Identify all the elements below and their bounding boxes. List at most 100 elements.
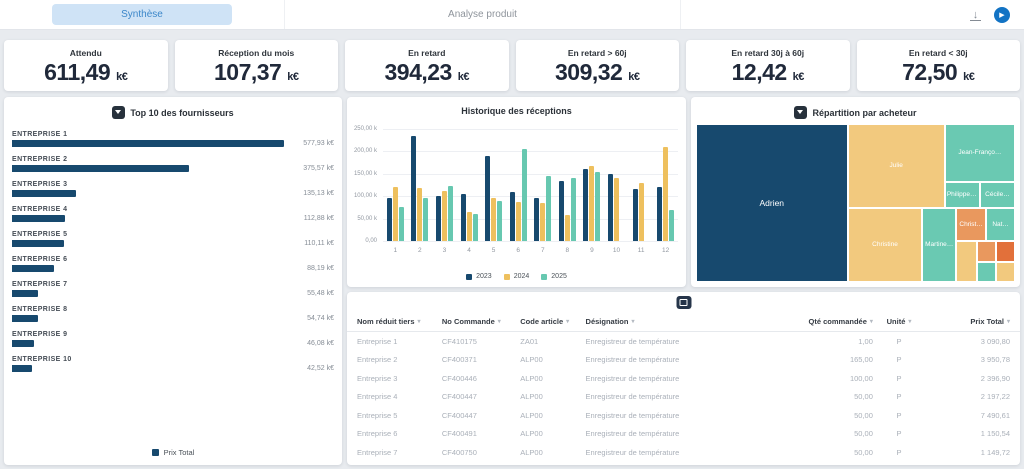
sort-icon[interactable]: ▾ <box>1007 318 1010 325</box>
hist-bar[interactable] <box>399 207 404 241</box>
treemap-node[interactable]: Christine <box>848 208 923 282</box>
treemap-node[interactable] <box>956 241 977 282</box>
hist-bar[interactable] <box>583 169 588 241</box>
hist-bar[interactable] <box>589 166 594 241</box>
supplier-bar[interactable] <box>12 165 189 172</box>
legend-swatch <box>541 274 547 280</box>
hist-bar[interactable] <box>522 149 527 241</box>
supplier-bar[interactable] <box>12 265 54 272</box>
sort-icon[interactable]: ▾ <box>498 318 501 325</box>
treemap-node[interactable]: Philippe … <box>945 182 980 208</box>
sort-icon[interactable]: ▾ <box>418 318 421 325</box>
hist-bar[interactable] <box>461 194 466 241</box>
hist-bar[interactable] <box>559 181 564 241</box>
hist-bar[interactable] <box>473 214 478 241</box>
column-header[interactable]: Nom réduit tiers▾ <box>357 317 442 326</box>
treemap-node[interactable]: Cécile… <box>980 182 1015 208</box>
hist-bar[interactable] <box>491 198 496 241</box>
sort-icon[interactable]: ▾ <box>566 318 569 325</box>
tab-analyse-produit[interactable]: Analyse produit <box>285 0 681 29</box>
table-cell: CF410175 <box>442 337 520 346</box>
supplier-bar[interactable] <box>12 315 38 322</box>
column-header[interactable]: Qté commandée▾ <box>781 317 872 326</box>
supplier-bar[interactable] <box>12 340 34 347</box>
table-cell: Enregistreur de température <box>586 448 782 457</box>
hist-bar[interactable] <box>608 174 613 241</box>
table-row[interactable]: Entreprise 5CF400447ALP00Enregistreur de… <box>357 406 1010 425</box>
treemap-title-row: Répartition par acheteur <box>691 97 1020 119</box>
download-icon[interactable]: ↓ <box>969 8 982 21</box>
treemap-node[interactable]: Nat… <box>986 208 1015 241</box>
supplier-bar[interactable] <box>12 365 32 372</box>
table-toolbar-button[interactable] <box>676 296 691 309</box>
hist-bar[interactable] <box>571 178 576 241</box>
supplier-bar[interactable] <box>12 240 64 247</box>
hist-bar[interactable] <box>657 187 662 241</box>
hist-bar[interactable] <box>417 188 422 241</box>
hist-bar[interactable] <box>387 198 392 241</box>
treemap-node[interactable]: Christ… <box>956 208 986 241</box>
hist-bar[interactable] <box>516 202 521 241</box>
hist-bar[interactable] <box>467 212 472 241</box>
supplier-value: 135,13 k€ <box>284 190 334 197</box>
supplier-bar[interactable] <box>12 290 38 297</box>
top10-title: Top 10 des fournisseurs <box>130 108 233 118</box>
sort-icon[interactable]: ▾ <box>631 318 634 325</box>
column-header[interactable]: Prix Total▾ <box>925 317 1010 326</box>
column-header[interactable]: Unité▾ <box>873 317 925 326</box>
hist-bar[interactable] <box>497 201 502 241</box>
hist-bar[interactable] <box>595 172 600 241</box>
treemap-node[interactable] <box>996 262 1015 282</box>
hist-bar[interactable] <box>423 198 428 241</box>
hist-bar[interactable] <box>565 215 570 241</box>
treemap-node[interactable]: Jean-Franço… <box>945 124 1015 182</box>
supplier-bar[interactable] <box>12 140 284 147</box>
supplier-bar-track <box>12 365 284 372</box>
kpi-card: Attendu611,49 k€ <box>4 40 168 91</box>
tab-synthese[interactable]: Synthèse <box>52 4 232 25</box>
table-row[interactable]: Entreprise 1CF410175ZA01Enregistreur de … <box>357 332 1010 351</box>
hist-bar[interactable] <box>540 203 545 241</box>
hist-bar[interactable] <box>411 136 416 241</box>
table-row[interactable]: Entreprise 7CF400750ALP00Enregistreur de… <box>357 443 1010 462</box>
hist-bar[interactable] <box>393 187 398 241</box>
table-row[interactable]: Entreprise 2CF400371ALP00Enregistreur de… <box>357 351 1010 370</box>
sort-icon[interactable]: ▾ <box>908 318 911 325</box>
supplier-bar[interactable] <box>12 215 65 222</box>
hist-bar[interactable] <box>436 196 441 241</box>
supplier-bar[interactable] <box>12 190 76 197</box>
hist-bar[interactable] <box>546 176 551 241</box>
table-cell: Entreprise 4 <box>357 392 442 401</box>
hist-bar[interactable] <box>485 156 490 241</box>
hist-bar[interactable] <box>614 178 619 241</box>
table-row[interactable]: Entreprise 6CF400491ALP00Enregistreur de… <box>357 425 1010 444</box>
treemap-node[interactable]: Julie <box>848 124 945 208</box>
assistant-icon[interactable]: ▶ <box>994 7 1010 23</box>
treemap-node[interactable]: Martine… <box>922 208 955 282</box>
table-row[interactable]: Entreprise 3CF400446ALP00Enregistreur de… <box>357 369 1010 388</box>
table-row[interactable]: Entreprise 4CF400447ALP00Enregistreur de… <box>357 388 1010 407</box>
hist-bar[interactable] <box>510 192 515 241</box>
hist-bar[interactable] <box>669 210 674 241</box>
kpi-label: En retard <box>408 48 445 58</box>
header-actions: ↓ ▶ <box>969 0 1024 29</box>
treemap-label: Adrien <box>758 197 785 209</box>
tab-segment-synthese: Synthèse <box>0 0 285 29</box>
hist-bar[interactable] <box>442 191 447 241</box>
hist-bar[interactable] <box>448 186 453 241</box>
hist-bar[interactable] <box>633 189 638 241</box>
column-header[interactable]: Désignation▾ <box>586 317 782 326</box>
treemap-label: Jean-Franço… <box>957 148 1002 157</box>
supplier-label: ENTREPRISE 4 <box>12 206 334 213</box>
table-cell: 2 197,22 <box>925 392 1010 401</box>
treemap-node[interactable] <box>977 241 996 262</box>
legend-swatch <box>152 449 159 456</box>
column-header[interactable]: Code article▾ <box>520 317 585 326</box>
treemap-node[interactable] <box>977 262 996 282</box>
hist-bar[interactable] <box>534 198 539 241</box>
treemap-node[interactable]: Adrien <box>696 124 848 282</box>
hist-bar[interactable] <box>639 183 644 241</box>
treemap-node[interactable] <box>996 241 1015 262</box>
hist-bar[interactable] <box>663 147 668 241</box>
column-header[interactable]: No Commande▾ <box>442 317 520 326</box>
